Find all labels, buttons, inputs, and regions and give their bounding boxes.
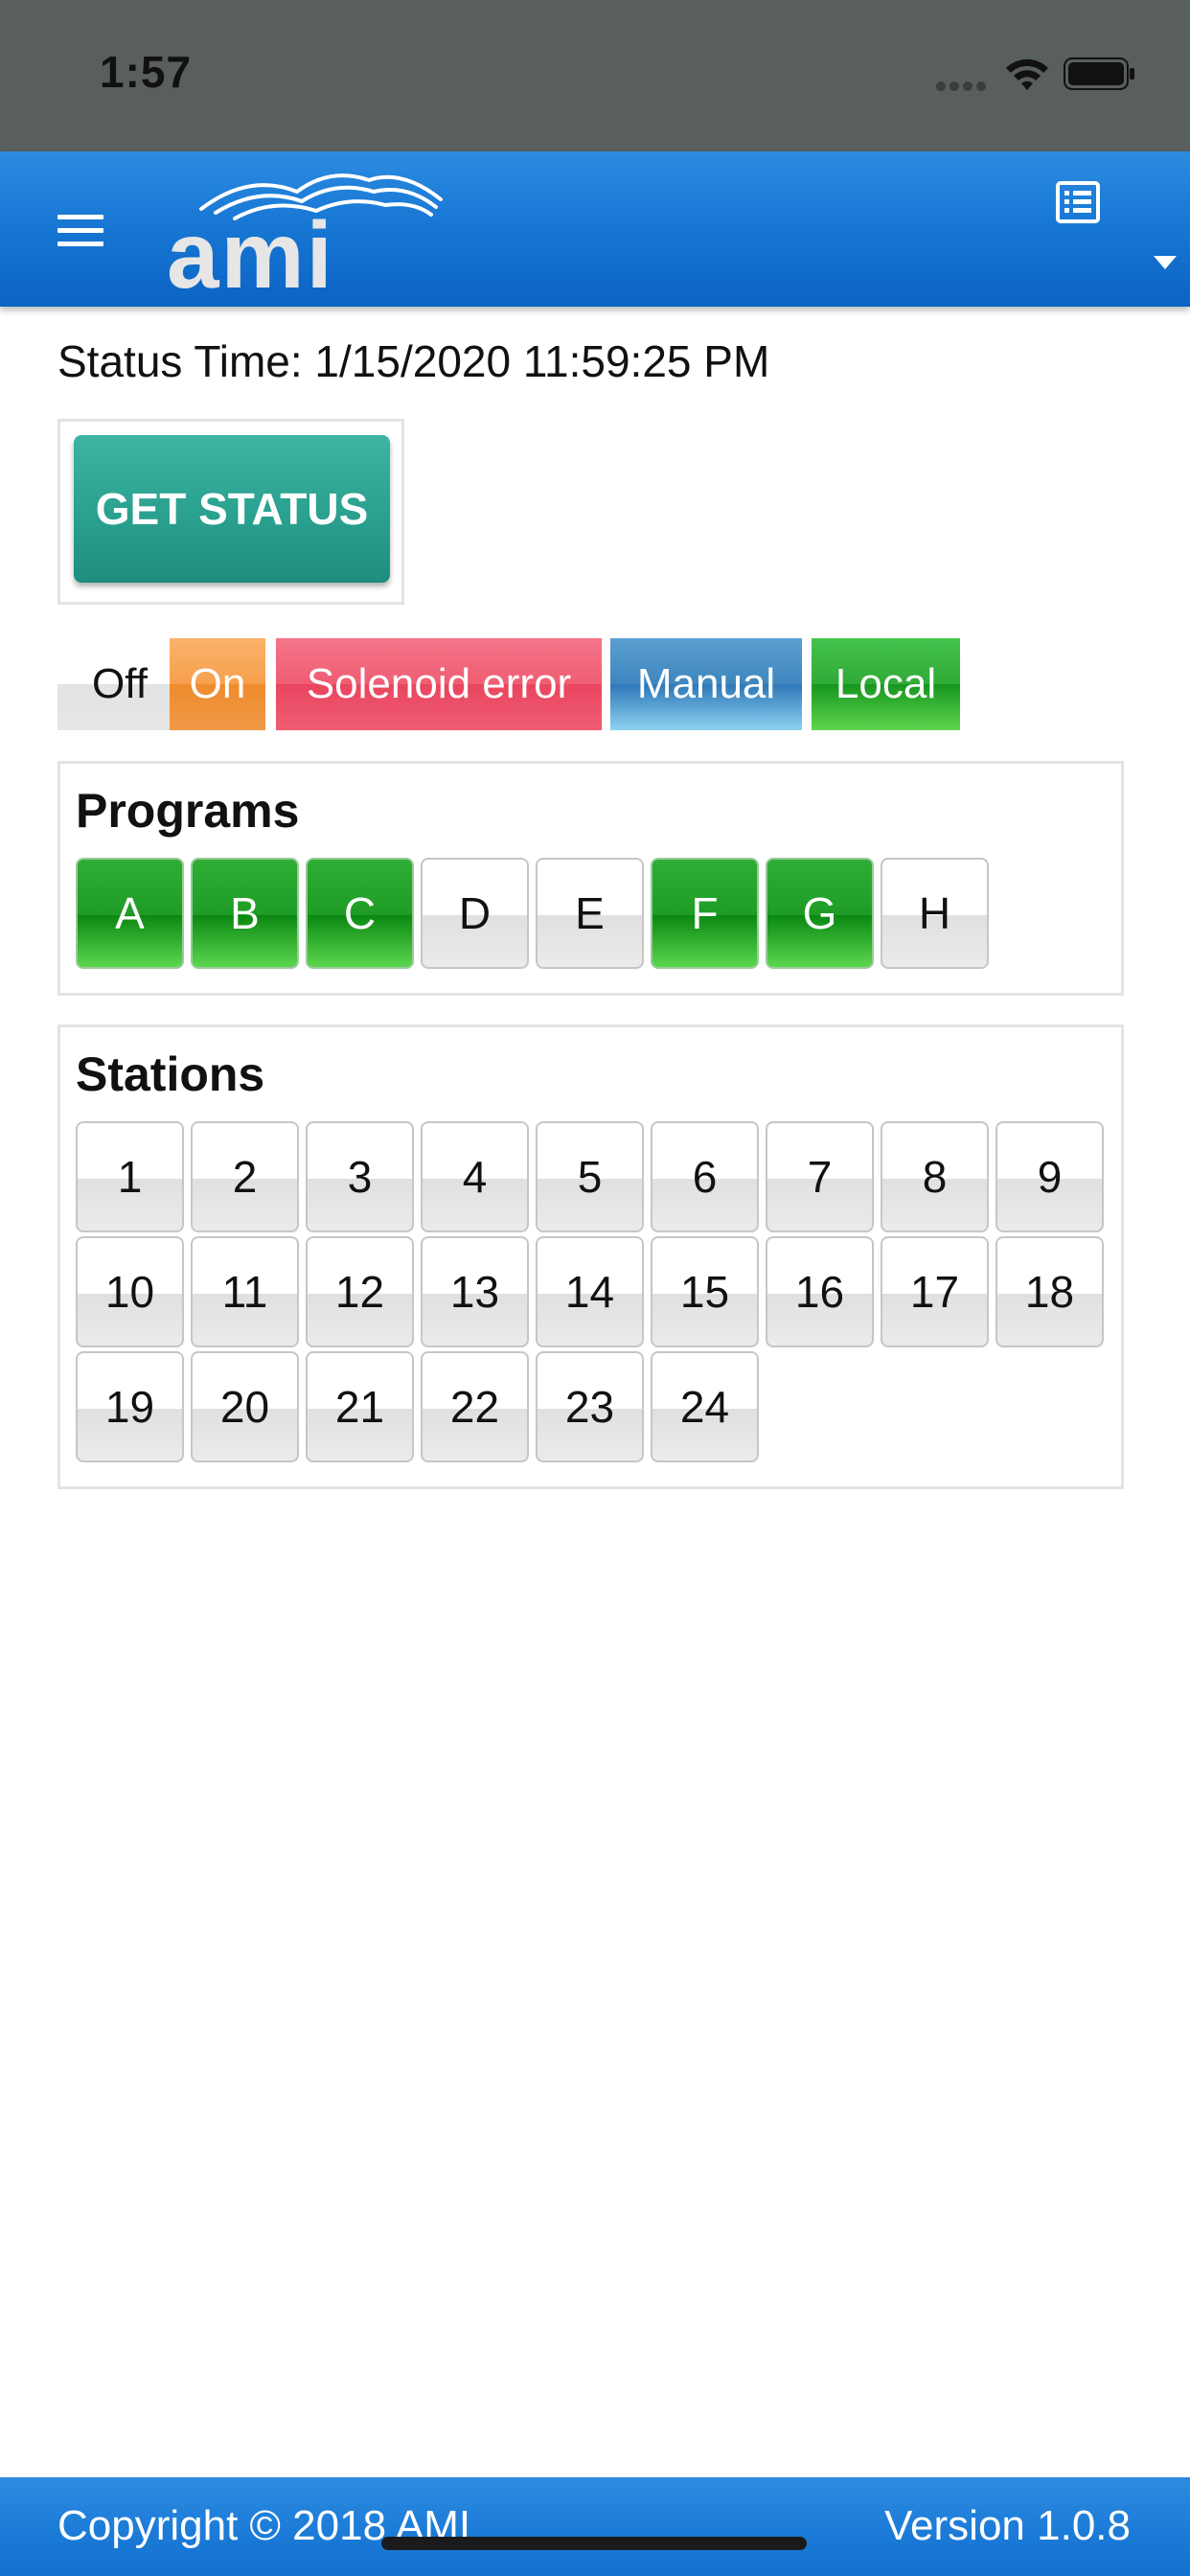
list-icon[interactable]	[1055, 180, 1101, 224]
station-button-21[interactable]: 21	[306, 1351, 414, 1462]
station-button-19[interactable]: 19	[76, 1351, 184, 1462]
stations-panel: Stations 1 2 3 4 5 6 7 8 9 10 11 12 13 14 15 16 17 18 19 20…	[57, 1024, 1124, 1489]
program-button-f[interactable]: F	[651, 858, 759, 969]
station-button-12[interactable]: 12	[306, 1236, 414, 1347]
status-time-label: Status Time: 1/15/2020 11:59:25 PM	[57, 336, 770, 386]
station-button-11[interactable]: 11	[191, 1236, 299, 1347]
program-button-b[interactable]: B	[191, 858, 299, 969]
station-button-7[interactable]: 7	[766, 1121, 874, 1232]
station-button-14[interactable]: 14	[536, 1236, 644, 1347]
legend-off: Off	[57, 638, 182, 730]
home-indicator[interactable]	[381, 2537, 807, 2550]
get-status-button[interactable]: GET STATUS	[74, 435, 390, 583]
station-button-24[interactable]: 24	[651, 1351, 759, 1462]
chevron-down-icon[interactable]	[1153, 255, 1178, 270]
station-button-16[interactable]: 16	[766, 1236, 874, 1347]
station-button-13[interactable]: 13	[421, 1236, 529, 1347]
clock-time: 1:57	[100, 47, 193, 97]
program-button-a[interactable]: A	[76, 858, 184, 969]
station-button-15[interactable]: 15	[651, 1236, 759, 1347]
app-header: ami	[0, 151, 1190, 307]
programs-panel: Programs ABCDEFGH	[57, 761, 1124, 996]
legend-manual: Manual	[610, 638, 802, 730]
station-button-8[interactable]: 8	[881, 1121, 989, 1232]
station-button-22[interactable]: 22	[421, 1351, 529, 1462]
legend-on: On	[170, 638, 265, 730]
station-button-17[interactable]: 17	[881, 1236, 989, 1347]
program-button-d[interactable]: D	[421, 858, 529, 969]
station-button-18[interactable]: 18	[995, 1236, 1104, 1347]
program-button-c[interactable]: C	[306, 858, 414, 969]
legend-local: Local	[812, 638, 960, 730]
cellular-signal-icon	[936, 79, 992, 91]
version-text: Version 1.0.8	[884, 2502, 1131, 2549]
legend-solenoid-error: Solenoid error	[276, 638, 602, 730]
battery-icon	[1064, 58, 1134, 90]
station-button-9[interactable]: 9	[995, 1121, 1104, 1232]
station-button-23[interactable]: 23	[536, 1351, 644, 1462]
stations-title: Stations	[76, 1047, 265, 1101]
station-button-2[interactable]: 2	[191, 1121, 299, 1232]
ami-logo: ami	[167, 173, 443, 297]
get-status-container: GET STATUS	[57, 419, 404, 605]
app-footer: Copyright © 2018 AMI Version 1.0.8	[0, 2477, 1190, 2576]
program-button-g[interactable]: G	[766, 858, 874, 969]
station-button-6[interactable]: 6	[651, 1121, 759, 1232]
svg-text:ami: ami	[167, 202, 334, 297]
hamburger-menu-icon[interactable]	[57, 215, 103, 249]
station-button-1[interactable]: 1	[76, 1121, 184, 1232]
station-button-3[interactable]: 3	[306, 1121, 414, 1232]
program-button-e[interactable]: E	[536, 858, 644, 969]
station-button-20[interactable]: 20	[191, 1351, 299, 1462]
system-status-bar: 1:57	[0, 0, 1190, 151]
programs-title: Programs	[76, 784, 300, 838]
station-button-4[interactable]: 4	[421, 1121, 529, 1232]
wifi-icon	[1006, 58, 1048, 90]
station-button-10[interactable]: 10	[76, 1236, 184, 1347]
program-button-h[interactable]: H	[881, 858, 989, 969]
station-button-5[interactable]: 5	[536, 1121, 644, 1232]
